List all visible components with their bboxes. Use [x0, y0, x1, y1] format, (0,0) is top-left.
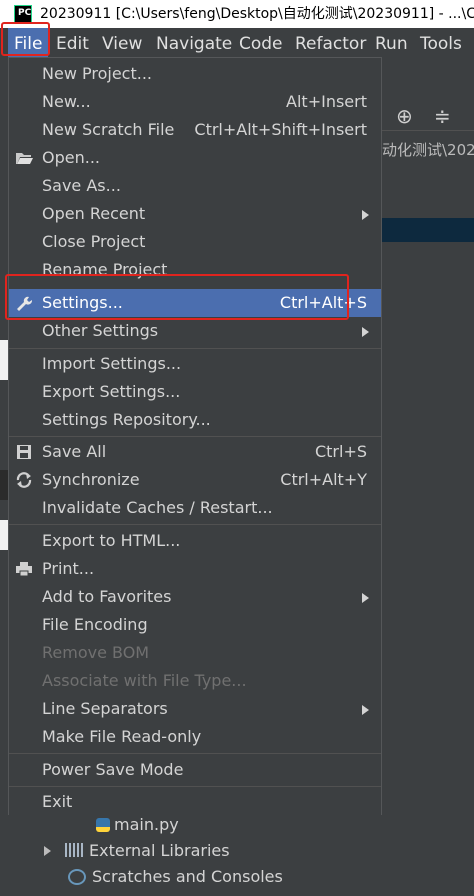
menu-item-close-project[interactable]: Close Project: [9, 228, 381, 256]
submenu-arrow-icon: [362, 593, 369, 603]
sync-icon: [16, 472, 32, 488]
menu-item-new-scratch-file[interactable]: New Scratch File Ctrl+Alt+Shift+Insert: [9, 116, 381, 144]
tree-item-main-py[interactable]: main.py: [96, 815, 179, 834]
menu-item-synchronize[interactable]: Synchronize Ctrl+Alt+Y: [9, 466, 381, 494]
menu-navigate[interactable]: Navigate: [150, 28, 238, 60]
scratches-icon: [68, 869, 86, 885]
menu-view[interactable]: View: [96, 28, 148, 60]
menu-item-exit[interactable]: Exit: [9, 788, 381, 816]
project-panel-bg: [382, 242, 474, 816]
menu-separator: [9, 753, 381, 754]
library-icon: [65, 843, 83, 857]
menu-code[interactable]: Code: [233, 28, 289, 60]
tree-item-external-libraries[interactable]: External Libraries: [44, 841, 230, 860]
selected-tree-row: [382, 218, 474, 242]
menu-item-remove-bom: Remove BOM: [42, 643, 150, 662]
menu-item-power-save-mode[interactable]: Power Save Mode: [9, 756, 381, 784]
save-icon: [17, 445, 31, 459]
menu-item-save-as[interactable]: Save As...: [9, 172, 381, 200]
file-menu-dropdown: New Project... New... Alt+Insert New Scr…: [8, 57, 382, 817]
locate-icon[interactable]: ⊕: [396, 104, 413, 128]
wrench-icon: [17, 296, 33, 311]
background-path-fragment: 动化测试\2023: [382, 141, 474, 159]
menu-refactor[interactable]: Refactor: [289, 28, 372, 60]
menu-bar: File Edit View Navigate Code Refactor Ru…: [0, 28, 474, 60]
submenu-arrow-icon: [362, 327, 369, 337]
collapse-all-icon[interactable]: ≑: [434, 104, 451, 128]
pycharm-app-icon: PC: [14, 5, 32, 23]
menu-item-settings-repository[interactable]: Settings Repository...: [9, 406, 381, 434]
menu-item-open-recent[interactable]: Open Recent: [9, 200, 381, 228]
menu-item-invalidate-caches[interactable]: Invalidate Caches / Restart...: [9, 494, 381, 522]
menu-item-new[interactable]: New... Alt+Insert: [9, 88, 381, 116]
menu-item-file-encoding[interactable]: File Encoding: [9, 611, 381, 639]
menu-separator: [9, 786, 381, 787]
menu-run[interactable]: Run: [369, 28, 414, 60]
left-edge-editor-fragment: [0, 340, 8, 380]
menu-item-add-to-favorites[interactable]: Add to Favorites: [9, 583, 381, 611]
menu-item-rename-project[interactable]: Rename Project: [9, 256, 381, 284]
tree-item-scratches[interactable]: Scratches and Consoles: [68, 867, 283, 886]
menu-tools[interactable]: Tools: [414, 28, 468, 60]
project-tree: main.py External Libraries Scratches and…: [8, 815, 474, 896]
menu-item-line-separators[interactable]: Line Separators: [9, 695, 381, 723]
menu-item-print[interactable]: Print...: [9, 555, 381, 583]
left-edge-fragment-2: [0, 520, 8, 550]
printer-icon: [16, 562, 32, 577]
toolbar-divider: [382, 130, 474, 131]
menu-item-other-settings[interactable]: Other Settings: [9, 317, 381, 345]
menu-item-new-project[interactable]: New Project...: [9, 60, 381, 88]
window-title: 20230911 [C:\Users\feng\Desktop\自动化测试\20…: [40, 6, 474, 22]
menu-item-open[interactable]: Open...: [9, 144, 381, 172]
expand-arrow-icon[interactable]: [44, 846, 51, 856]
menu-item-associate-file-type: Associate with File Type...: [42, 671, 247, 690]
menu-item-save-all[interactable]: Save All Ctrl+S: [9, 438, 381, 466]
menu-item-export-html[interactable]: Export to HTML...: [9, 527, 381, 555]
menu-separator: [9, 348, 381, 349]
folder-open-icon: [16, 153, 33, 164]
menu-separator: [9, 436, 381, 437]
menu-file[interactable]: File: [8, 28, 49, 60]
menu-item-import-settings[interactable]: Import Settings...: [9, 350, 381, 378]
menu-item-settings[interactable]: Settings... Ctrl+Alt+S: [9, 289, 381, 317]
window-title-bar: PC 20230911 [C:\Users\feng\Desktop\自动化测试…: [0, 0, 474, 28]
left-edge-fragment: [0, 470, 8, 500]
menu-separator: [9, 524, 381, 525]
submenu-arrow-icon: [362, 705, 369, 715]
menu-edit[interactable]: Edit: [50, 28, 95, 60]
menu-item-make-read-only[interactable]: Make File Read-only: [9, 723, 381, 751]
submenu-arrow-icon: [362, 210, 369, 220]
python-file-icon: [96, 818, 110, 832]
menu-item-export-settings[interactable]: Export Settings...: [9, 378, 381, 406]
